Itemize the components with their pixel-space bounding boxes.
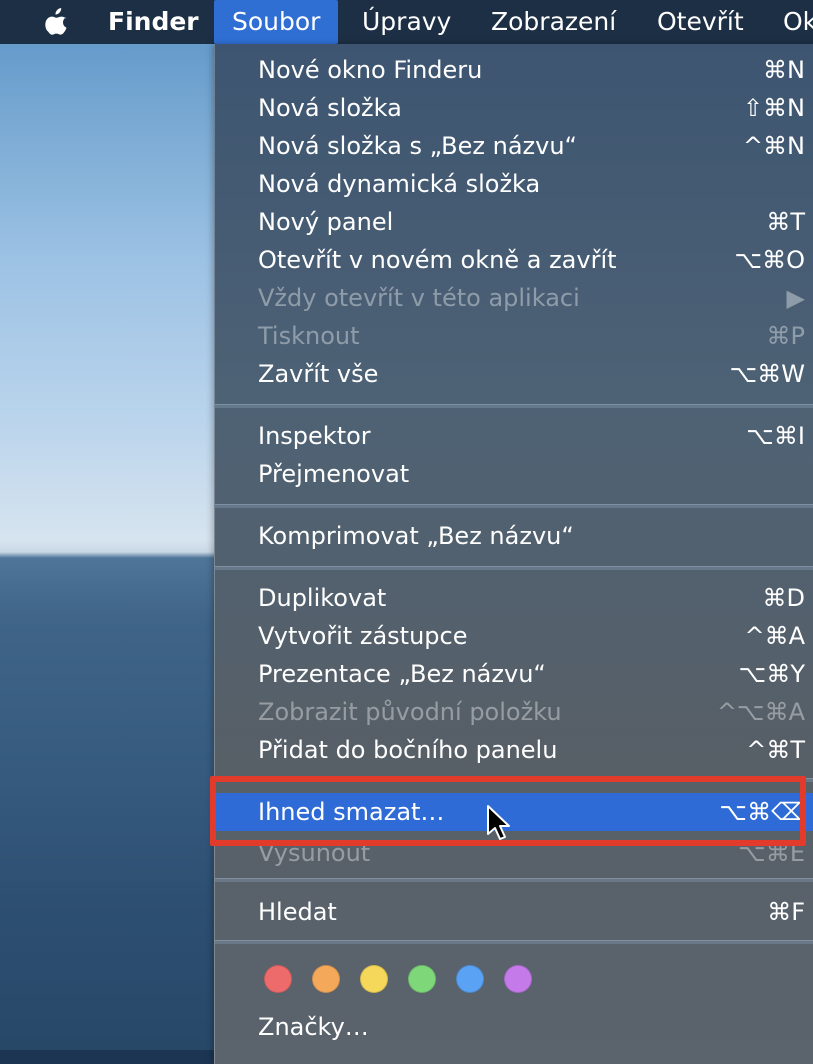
menu-separator (215, 404, 813, 408)
menu-item-shortcut: ⌘N (763, 56, 805, 84)
tag-orange[interactable] (312, 965, 340, 993)
apple-menu[interactable] (38, 0, 74, 44)
menu-item-label: Hledat (258, 898, 337, 926)
menu-item-label: Otevřít v novém okně a zavřít (258, 246, 617, 274)
menu-item-label: Nové okno Finderu (258, 56, 483, 84)
menu-item-shortcut: ⌥⌘W (729, 360, 805, 388)
menubar-zobrazeni[interactable]: Zobrazení (491, 0, 616, 44)
menu-separator (215, 566, 813, 570)
menu-item-always-open-with: Vždy otevřít v této aplikaci ▶ (215, 279, 813, 317)
menubar-okno[interactable]: Ok (783, 0, 813, 44)
menu-separator (215, 778, 813, 782)
menu-item-rename[interactable]: Přejmenovat (215, 455, 813, 493)
menu-item-make-alias[interactable]: Vytvořit zástupce ^⌘A (215, 617, 813, 655)
menu-item-new-folder-with-selection[interactable]: Nová složka s „Bez názvu“ ^⌘N (215, 127, 813, 165)
menubar-soubor[interactable]: Soubor (214, 0, 339, 44)
menu-item-label: Tisknout (258, 322, 360, 350)
menu-item-open-in-new-window-and-close[interactable]: Otevřít v novém okně a zavřít ⌥⌘O (215, 241, 813, 279)
submenu-arrow-icon: ▶ (786, 284, 805, 312)
menu-item-shortcut: ^⌘A (744, 622, 805, 650)
menu-item-delete-immediately[interactable]: Ihned smazat… ⌥⌘⌫ (215, 793, 813, 831)
menubar-finder[interactable]: Finder (108, 0, 199, 44)
menu-item-compress[interactable]: Komprimovat „Bez názvu“ (215, 517, 813, 555)
tag-yellow[interactable] (360, 965, 388, 993)
menu-separator (215, 940, 813, 944)
menu-item-shortcut: ⌥⌘O (734, 246, 805, 274)
menu-item-label: Inspektor (258, 422, 371, 450)
menu-item-shortcut: ⌥⌘Y (738, 660, 805, 688)
menu-item-label: Nová složka (258, 94, 402, 122)
menu-item-new-folder[interactable]: Nová složka ⇧⌘N (215, 89, 813, 127)
apple-logo-icon (45, 8, 67, 35)
tag-red[interactable] (264, 965, 292, 993)
tag-green[interactable] (408, 965, 436, 993)
menu-item-new-finder-window[interactable]: Nové okno Finderu ⌘N (215, 51, 813, 89)
menu-item-add-to-sidebar[interactable]: Přidat do bočního panelu ^⌘T (215, 731, 813, 769)
menu-item-shortcut: ⌘D (762, 584, 805, 612)
menu-item-shortcut: ⌥⌘E (738, 839, 805, 867)
menu-item-duplicate[interactable]: Duplikovat ⌘D (215, 579, 813, 617)
menu-item-show-original: Zobrazit původní položku ^⌥⌘A (215, 693, 813, 731)
menu-item-shortcut: ⌥⌘⌫ (719, 798, 805, 826)
tag-purple[interactable] (504, 965, 532, 993)
menu-separator (215, 504, 813, 508)
menu-item-close-all[interactable]: Zavřít vše ⌥⌘W (215, 355, 813, 393)
menu-item-label: Komprimovat „Bez názvu“ (258, 522, 574, 550)
menu-item-label: Nový panel (258, 208, 394, 236)
menubar-upravy[interactable]: Úpravy (362, 0, 451, 44)
menu-item-shortcut: ⇧⌘N (742, 94, 805, 122)
menu-item-inspector[interactable]: Inspektor ⌥⌘I (215, 417, 813, 455)
menu-separator (215, 878, 813, 882)
menu-bar: Finder Soubor Úpravy Zobrazení Otevřít O… (0, 0, 813, 44)
menu-item-print: Tisknout ⌘P (215, 317, 813, 355)
menu-item-find[interactable]: Hledat ⌘F (215, 893, 813, 931)
menu-item-shortcut: ⌘F (767, 898, 805, 926)
menu-item-label: Zavřít vše (258, 360, 379, 388)
menubar-otevrit[interactable]: Otevřít (657, 0, 744, 44)
file-menu-dropdown: Nové okno Finderu ⌘N Nová složka ⇧⌘N Nov… (214, 44, 813, 1064)
menu-item-label: Vysunout (258, 839, 371, 867)
menu-item-shortcut: ^⌘T (746, 736, 805, 764)
menu-item-label: Vytvořit zástupce (258, 622, 468, 650)
menu-item-label: Značky… (258, 1013, 369, 1041)
menu-item-shortcut: ⌘P (766, 322, 805, 350)
menu-item-label: Ihned smazat… (258, 798, 445, 826)
menu-item-label: Vždy otevřít v této aplikaci (258, 284, 580, 312)
menu-item-label: Prezentace „Bez názvu“ (258, 660, 546, 688)
menu-item-shortcut: ⌥⌘I (746, 422, 805, 450)
menu-item-label: Nová dynamická složka (258, 170, 541, 198)
menu-item-shortcut: ^⌥⌘A (716, 698, 805, 726)
menu-item-shortcut: ⌘T (766, 208, 805, 236)
menu-item-shortcut: ^⌘N (742, 132, 805, 160)
menu-item-label: Přidat do bočního panelu (258, 736, 558, 764)
menu-item-tags[interactable]: Značky… (215, 1008, 813, 1046)
menu-item-label: Přejmenovat (258, 460, 410, 488)
menu-item-label: Nová složka s „Bez názvu“ (258, 132, 577, 160)
menu-item-eject: Vysunout ⌥⌘E (215, 834, 813, 872)
menu-item-label: Zobrazit původní položku (258, 698, 562, 726)
tag-blue[interactable] (456, 965, 484, 993)
menu-item-new-smart-folder[interactable]: Nová dynamická složka (215, 165, 813, 203)
menu-item-new-tab[interactable]: Nový panel ⌘T (215, 203, 813, 241)
menu-item-quick-look[interactable]: Prezentace „Bez názvu“ ⌥⌘Y (215, 655, 813, 693)
menu-item-label: Duplikovat (258, 584, 387, 612)
mouse-pointer-icon (486, 804, 512, 846)
